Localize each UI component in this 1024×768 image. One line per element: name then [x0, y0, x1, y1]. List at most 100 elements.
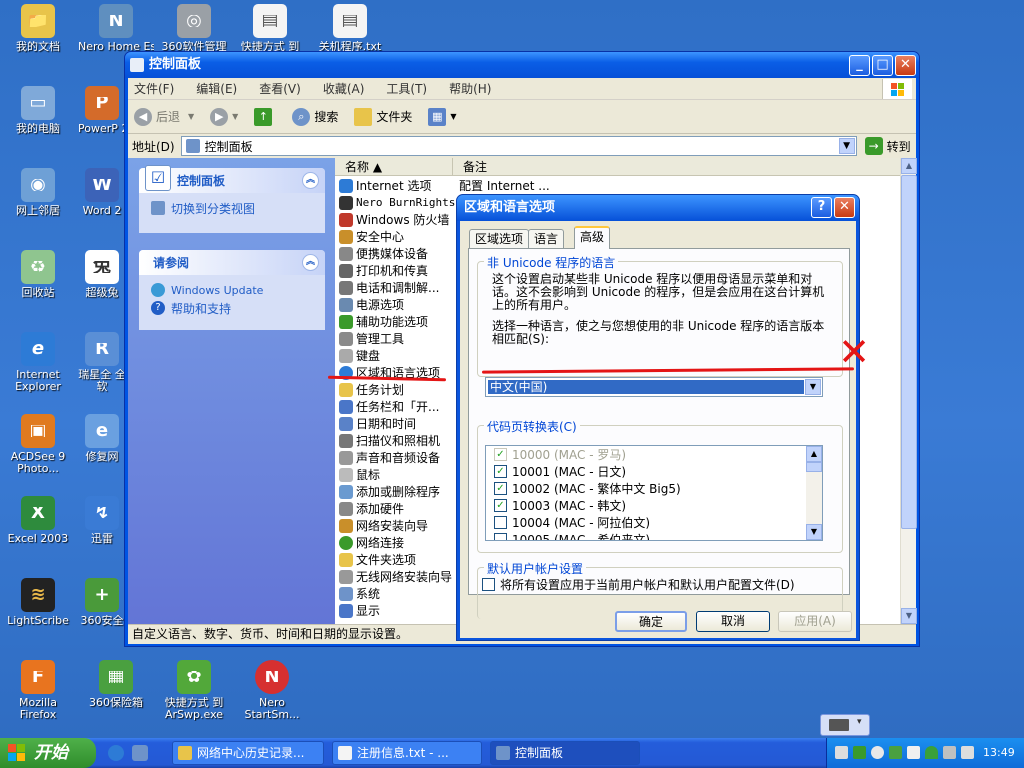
list-item[interactable]: Nero BurnRights	[339, 194, 455, 211]
taskbar-item-control-panel[interactable]: 控制面板	[490, 741, 640, 765]
desktop-icon-my-documents[interactable]: 📁 我的文档	[0, 4, 76, 53]
dialog-titlebar[interactable]: 区域和语言选项 ? ✕	[457, 195, 859, 221]
desktop-icon-nero-startsmart[interactable]: N Nero StartSm...	[234, 660, 310, 721]
list-item[interactable]: 添加或删除程序	[339, 483, 440, 500]
code-page-row[interactable]: ✓ 10001 (MAC - 日文)	[494, 463, 626, 480]
go-button[interactable]: → 转到	[864, 137, 911, 155]
list-item[interactable]: 电源选项	[339, 296, 404, 313]
scroll-up-icon[interactable]: ▲	[806, 446, 822, 462]
control-panel-box-header[interactable]: ☑ 控制面板 ︽	[139, 164, 325, 193]
clock[interactable]: 13:49	[983, 738, 1015, 768]
start-button[interactable]: 开始	[0, 738, 96, 768]
forward-button[interactable]: ▶ ▼	[210, 107, 238, 126]
list-item[interactable]: Windows 防火墙	[339, 211, 449, 228]
search-button[interactable]: ⌕ 搜索	[292, 107, 338, 126]
tray-360-icon[interactable]	[853, 746, 866, 759]
tray-monitor-icon[interactable]	[943, 746, 956, 759]
tab-languages[interactable]: 语言	[528, 229, 565, 248]
checkbox[interactable]: ✓	[494, 482, 507, 495]
desktop-icon-recycle-bin[interactable]: ♻ 回收站	[0, 250, 76, 299]
checkbox[interactable]	[494, 533, 507, 540]
maximize-button[interactable]: □	[872, 55, 893, 76]
code-page-list[interactable]: ✓ 10000 (MAC - 罗马) ✓ 10001 (MAC - 日文) ✓ 100…	[485, 445, 823, 541]
checkbox[interactable]	[494, 516, 507, 529]
ok-button[interactable]: 确定	[615, 611, 687, 632]
desktop-icon-my-computer[interactable]: ▭ 我的电脑	[0, 86, 76, 135]
non-unicode-language-select[interactable]: 中文(中国) ▼	[485, 377, 823, 397]
column-name[interactable]: 名称 ▲	[335, 158, 453, 175]
tray-shield-icon[interactable]	[889, 746, 902, 759]
desktop-icon-thunder[interactable]: ↯ 迅雷	[78, 496, 126, 545]
list-item[interactable]: 添加硬件	[339, 500, 404, 517]
list-item[interactable]: 系统	[339, 585, 380, 602]
cancel-button[interactable]: 取消	[696, 611, 770, 632]
desktop-icon-super-rabbit[interactable]: 兔超级兔	[78, 250, 126, 299]
tray-network-icon[interactable]	[835, 746, 848, 759]
switch-to-category-view-link[interactable]: 切换到分类视图	[139, 199, 325, 217]
scroll-thumb[interactable]	[806, 462, 822, 472]
list-item[interactable]: 键盘	[339, 347, 380, 364]
window-titlebar[interactable]: 控制面板 _ □ ✕	[125, 52, 919, 78]
desktop-icon-arswp[interactable]: ✿ 快捷方式 到 ArSwp.exe	[156, 660, 232, 721]
apply-all-users-checkbox[interactable]: 将所有设置应用于当前用户帐户和默认用户配置文件(D)	[482, 576, 795, 593]
desktop-icon-repair-network[interactable]: e 修复网	[78, 414, 126, 463]
collapse-icon[interactable]: ︽	[302, 172, 319, 189]
list-item[interactable]: 任务栏和「开...	[339, 398, 439, 415]
menu-favorites[interactable]: 收藏(A)	[323, 80, 365, 97]
help-button[interactable]: ?	[811, 197, 832, 218]
list-item[interactable]: 文件夹选项	[339, 551, 416, 568]
scroll-down-icon[interactable]: ▼	[806, 524, 822, 540]
scroll-down-icon[interactable]: ▼	[901, 608, 917, 624]
desktop-icon-firefox[interactable]: F Mozilla Firefox	[0, 660, 76, 721]
dialog-close-button[interactable]: ✕	[834, 197, 855, 218]
desktop-icon-rising[interactable]: R 瑞星全 全软	[78, 332, 126, 393]
checkbox[interactable]	[482, 578, 495, 591]
chevron-down-icon[interactable]: ▾	[857, 717, 862, 727]
up-button[interactable]: ↑	[254, 107, 276, 126]
apply-button[interactable]: 应用(A)	[778, 611, 852, 632]
menu-help[interactable]: 帮助(H)	[449, 80, 491, 97]
menu-file[interactable]: 文件(F)	[134, 80, 174, 97]
list-item[interactable]: 管理工具	[339, 330, 404, 347]
close-button[interactable]: ✕	[895, 55, 916, 76]
taskbar-item-notepad[interactable]: 注册信息.txt - ...	[332, 741, 482, 765]
language-bar[interactable]: ▾	[820, 714, 870, 736]
list-item[interactable]: 任务计划	[339, 381, 404, 398]
list-item[interactable]: 扫描仪和照相机	[339, 432, 440, 449]
list-item[interactable]: 打印机和传真	[339, 262, 428, 279]
quicklaunch-ie-icon[interactable]	[108, 745, 124, 761]
desktop-icon-360-safe[interactable]: +360安全	[78, 578, 126, 627]
desktop-icon-powerpoint[interactable]: P PowerP 200	[78, 86, 126, 135]
minimize-button[interactable]: _	[849, 55, 870, 76]
list-item[interactable]: 无线网络安装向导	[339, 568, 452, 585]
column-comment[interactable]: 备注	[453, 158, 900, 175]
code-page-row[interactable]: 10005 (MAC - 希伯来文)	[494, 531, 650, 540]
tray-umbrella-icon[interactable]	[925, 746, 938, 759]
back-button[interactable]: ◀ 后退 ▼	[134, 107, 194, 126]
code-page-scrollbar[interactable]: ▲ ▼	[806, 446, 822, 540]
code-page-row[interactable]: ✓ 10002 (MAC - 繁体中文 Big5)	[494, 480, 681, 497]
views-button[interactable]: ▦ ▼	[428, 107, 457, 126]
list-item[interactable]: 安全中心	[339, 228, 404, 245]
menu-edit[interactable]: 编辑(E)	[196, 80, 237, 97]
menu-view[interactable]: 查看(V)	[259, 80, 301, 97]
checkbox[interactable]: ✓	[494, 499, 507, 512]
address-input[interactable]: 控制面板 ▼	[180, 136, 857, 156]
checkbox[interactable]: ✓	[494, 465, 507, 478]
list-scrollbar[interactable]: ▲ ▼	[900, 158, 917, 624]
code-page-row[interactable]: ✓ 10000 (MAC - 罗马)	[494, 446, 626, 463]
taskbar-item-network-history[interactable]: 网络中心历史记录...	[172, 741, 324, 765]
desktop-icon-excel[interactable]: X Excel 2003	[0, 496, 76, 545]
list-item[interactable]: 鼠标	[339, 466, 380, 483]
see-also-box-header[interactable]: 请参阅 ︽	[139, 250, 325, 275]
windows-update-link[interactable]: Windows Update	[139, 281, 325, 299]
desktop-icon-shutdown-txt[interactable]: ▤ 关机程序.txt	[312, 4, 388, 53]
list-item[interactable]: 网络连接	[339, 534, 404, 551]
desktop-icon-360-vault[interactable]: ▦ 360保险箱	[78, 660, 154, 709]
chevron-down-icon[interactable]: ▼	[838, 138, 855, 154]
desktop-icon-360-software[interactable]: ◎ 360软件管理	[156, 4, 232, 53]
tray-safety-icon[interactable]	[871, 746, 884, 759]
list-item[interactable]: 声音和音频设备	[339, 449, 440, 466]
desktop-icon-lightscribe[interactable]: ≋ LightScribe	[0, 578, 76, 627]
menu-tools[interactable]: 工具(T)	[386, 80, 427, 97]
